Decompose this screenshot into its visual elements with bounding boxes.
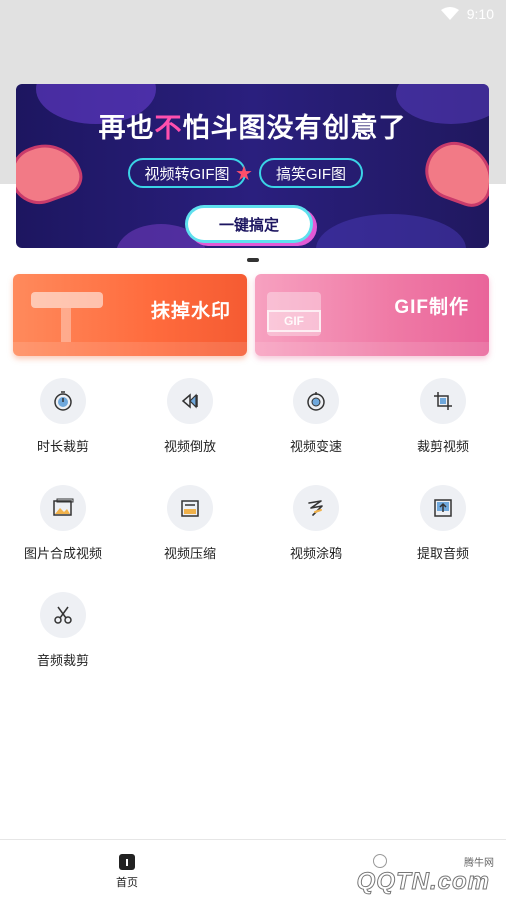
remove-watermark-label: 抹掉水印	[150, 301, 231, 322]
gif-maker-card[interactable]: GIF GIF制作	[255, 274, 489, 356]
tool-label: 视频压缩	[163, 546, 216, 561]
banner-page-indicator	[247, 258, 259, 262]
image-icon	[53, 498, 74, 516]
remove-watermark-card[interactable]: 抹掉水印	[13, 274, 247, 356]
tool-label: 视频倒放	[163, 439, 216, 454]
tool-label: 视频变速	[289, 439, 342, 454]
gif-maker-label: GIF制作	[394, 297, 469, 318]
extract-audio-icon	[434, 499, 452, 517]
star-icon: ★	[235, 163, 253, 185]
tool-reverse[interactable]: 视频倒放	[130, 378, 250, 455]
watermark-text: 腾牛网	[464, 858, 494, 869]
gif-badge: GIF	[267, 310, 321, 332]
tool-label: 视频涂鸦	[289, 546, 342, 561]
tool-compress[interactable]: 视频压缩	[130, 485, 250, 562]
banner-pill-video-to-gif: 视频转GIF图	[128, 158, 246, 188]
tool-duration-trim[interactable]: 时长裁剪	[3, 378, 123, 455]
tab-home-label: 首页	[116, 877, 138, 889]
tool-label: 提取音频	[416, 546, 469, 561]
watermark-logo: QQTN.com	[356, 868, 490, 896]
tool-label: 时长裁剪	[36, 439, 89, 454]
tool-label: 音频裁剪	[36, 653, 89, 668]
hand-right-illustration	[417, 133, 489, 213]
timer-icon	[54, 391, 72, 411]
tool-label: 图片合成视频	[23, 546, 102, 561]
watermark: 腾牛网 QQTN.com	[288, 848, 498, 896]
tool-crop-video[interactable]: 裁剪视频	[383, 378, 503, 455]
banner-title: 再也不怕斗图没有创意了	[98, 113, 407, 143]
paint-roller-icon	[31, 292, 103, 308]
bottom-tab-bar: 首页 腾牛网 QQTN.com	[0, 839, 506, 900]
crop-icon	[434, 392, 452, 410]
tool-doodle[interactable]: 视频涂鸦	[256, 485, 376, 562]
scissors-icon	[54, 606, 72, 624]
wifi-icon	[440, 7, 459, 20]
compress-icon	[181, 500, 199, 517]
doodle-icon	[308, 500, 323, 516]
tool-images-to-video[interactable]: 图片合成视频	[3, 485, 123, 562]
home-icon	[119, 854, 135, 870]
tool-speed[interactable]: 视频变速	[256, 378, 376, 455]
banner-cta-button[interactable]: 一键搞定	[188, 208, 310, 240]
banner-pill-funny-gif: 搞笑GIF图	[259, 158, 363, 188]
rewind-icon	[181, 393, 198, 409]
hand-left-illustration	[16, 133, 88, 213]
tool-label: 裁剪视频	[416, 439, 469, 454]
tool-extract-audio[interactable]: 提取音频	[383, 485, 503, 562]
promo-banner[interactable]: 再也不怕斗图没有创意了 视频转GIF图 ★ 搞笑GIF图 一键搞定	[16, 84, 489, 248]
tab-home[interactable]: 首页	[97, 854, 157, 890]
status-bar: 9:10	[440, 4, 494, 24]
speed-icon	[307, 392, 325, 411]
tool-audio-trim[interactable]: 音频裁剪	[3, 592, 123, 669]
status-time: 9:10	[466, 6, 494, 22]
